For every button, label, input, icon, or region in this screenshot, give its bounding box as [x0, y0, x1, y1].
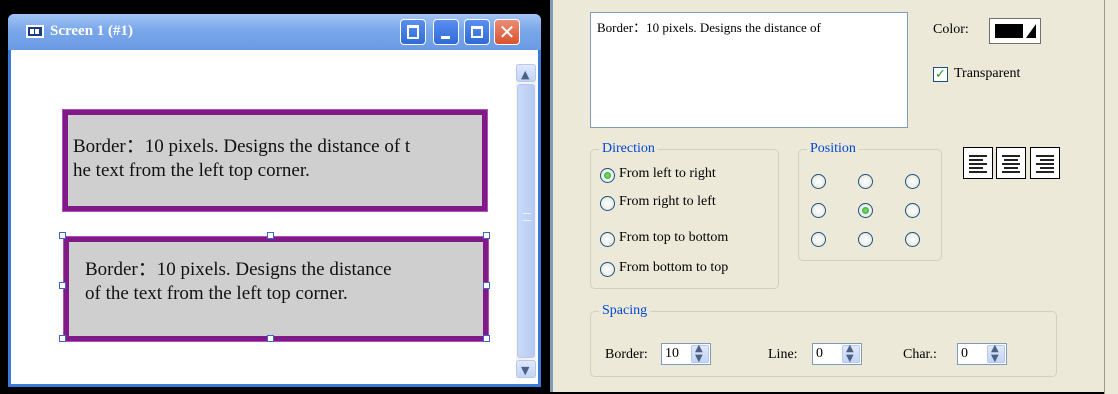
dropdown-arrow-icon: [1026, 24, 1036, 38]
text-preview[interactable]: Border：10 pixels. Designs the distance o…: [590, 12, 908, 128]
restore-button[interactable]: [400, 19, 426, 45]
radio[interactable]: [905, 203, 920, 218]
radio[interactable]: [811, 174, 826, 189]
align-right-button[interactable]: [1030, 147, 1060, 179]
close-icon: ✕: [498, 20, 516, 44]
scroll-thumb[interactable]: [517, 84, 535, 358]
resize-handle-left[interactable]: [59, 282, 66, 289]
resize-handle-bottom[interactable]: [267, 335, 274, 342]
panel-edge: [1104, 0, 1118, 394]
text-box-2-selected[interactable]: Border：10 pixels. Designs the distance o…: [63, 236, 489, 342]
screen-window: Screen 1 (#1) ✕ Border：10 pixels. Design…: [8, 14, 541, 387]
spacing-group: Spacing Border: 10 ▲ ▼ Line: 0 ▲ ▼ Char.: …: [590, 303, 1057, 377]
window-title-bar[interactable]: Screen 1 (#1) ✕: [8, 14, 541, 50]
border-spacing-value[interactable]: 10: [665, 346, 679, 362]
resize-handle-bottom-right[interactable]: [483, 335, 490, 342]
scroll-up-button[interactable]: ▲: [516, 64, 536, 82]
screen-icon: [26, 25, 44, 38]
position-bottom-left[interactable]: [811, 232, 827, 248]
text-line: he text from the left top corner.: [73, 160, 310, 181]
position-bottom-center[interactable]: [858, 232, 874, 248]
minimize-button[interactable]: [433, 19, 459, 45]
align-left-button[interactable]: [963, 147, 993, 179]
radio[interactable]: [858, 232, 873, 247]
char-spacing-value[interactable]: 0: [961, 346, 968, 362]
color-picker-button[interactable]: [989, 18, 1041, 44]
stepper-buttons[interactable]: ▲ ▼: [691, 343, 709, 364]
up-down-arrows-icon: ▲ ▼: [846, 343, 854, 364]
position-top-right[interactable]: [905, 174, 921, 190]
window-title: Screen 1 (#1): [50, 23, 134, 39]
radio[interactable]: [600, 196, 615, 211]
scroll-down-button[interactable]: ▼: [516, 360, 536, 378]
chevron-up-icon: ▲: [521, 68, 530, 81]
radio[interactable]: [811, 232, 826, 247]
radio-selected[interactable]: [600, 168, 615, 183]
chevron-down-icon: ▼: [521, 364, 530, 377]
up-down-arrows-icon: ▲ ▼: [991, 343, 999, 364]
resize-handle-top-left[interactable]: [59, 232, 66, 239]
color-swatch: [995, 24, 1023, 38]
text-line: Border：10 pixels. Designs the distance o…: [73, 136, 411, 157]
radio[interactable]: [905, 232, 920, 247]
border-spacing-label: Border:: [605, 347, 648, 362]
spacing-legend: Spacing: [599, 303, 651, 319]
position-legend: Position: [807, 141, 859, 157]
position-middle-right[interactable]: [905, 203, 921, 219]
up-down-arrows-icon: ▲ ▼: [695, 343, 703, 364]
resize-handle-top[interactable]: [267, 232, 274, 239]
text-line: Border：10 pixels. Designs the distance: [85, 259, 392, 280]
radio-label: From bottom to top: [619, 260, 729, 275]
stepper-buttons[interactable]: ▲ ▼: [842, 343, 860, 364]
direction-group: Direction From left to right From right …: [590, 141, 779, 289]
vertical-scrollbar[interactable]: ▲ ▼: [516, 64, 536, 378]
maximize-icon: [471, 26, 483, 38]
radio[interactable]: [811, 203, 826, 218]
radio[interactable]: [600, 262, 615, 277]
direction-legend: Direction: [599, 141, 658, 157]
restore-icon: [407, 25, 419, 39]
text-properties-panel: Border：10 pixels. Designs the distance o…: [550, 0, 1116, 392]
char-spacing-label: Char.:: [903, 347, 937, 362]
resize-handle-right[interactable]: [483, 282, 490, 289]
char-spacing-stepper[interactable]: 0 ▲ ▼: [957, 343, 1007, 365]
close-button[interactable]: ✕: [494, 19, 520, 45]
radio-label: From top to bottom: [619, 230, 729, 245]
align-center-button[interactable]: [996, 147, 1026, 179]
transparent-checkbox[interactable]: ✓: [933, 67, 948, 82]
color-label: Color:: [933, 22, 969, 37]
text-line: of the text from the left top corner.: [85, 283, 348, 304]
radio[interactable]: [858, 174, 873, 189]
stepper-buttons[interactable]: ▲ ▼: [987, 343, 1005, 364]
radio-selected[interactable]: [858, 203, 873, 218]
position-bottom-right[interactable]: [905, 232, 921, 248]
grip-icon: [523, 213, 531, 221]
maximize-button[interactable]: [464, 19, 490, 45]
radio[interactable]: [600, 232, 615, 247]
position-top-left[interactable]: [811, 174, 827, 190]
position-middle-left[interactable]: [811, 203, 827, 219]
transparent-label: Transparent: [954, 66, 1021, 81]
radio-label: From left to right: [619, 166, 716, 181]
line-spacing-stepper[interactable]: 0 ▲ ▼: [812, 343, 862, 365]
resize-handle-bottom-left[interactable]: [59, 335, 66, 342]
resize-handle-top-right[interactable]: [483, 232, 490, 239]
line-spacing-value[interactable]: 0: [816, 346, 823, 362]
position-middle-center[interactable]: [858, 203, 874, 219]
border-spacing-stepper[interactable]: 10 ▲ ▼: [661, 343, 711, 365]
position-group: Position: [798, 141, 942, 261]
text-box-1[interactable]: Border：10 pixels. Designs the distance o…: [62, 109, 488, 212]
radio[interactable]: [905, 174, 920, 189]
minimize-icon: [441, 36, 450, 39]
position-top-center[interactable]: [858, 174, 874, 190]
line-spacing-label: Line:: [768, 347, 798, 362]
radio-label: From right to left: [619, 194, 716, 209]
